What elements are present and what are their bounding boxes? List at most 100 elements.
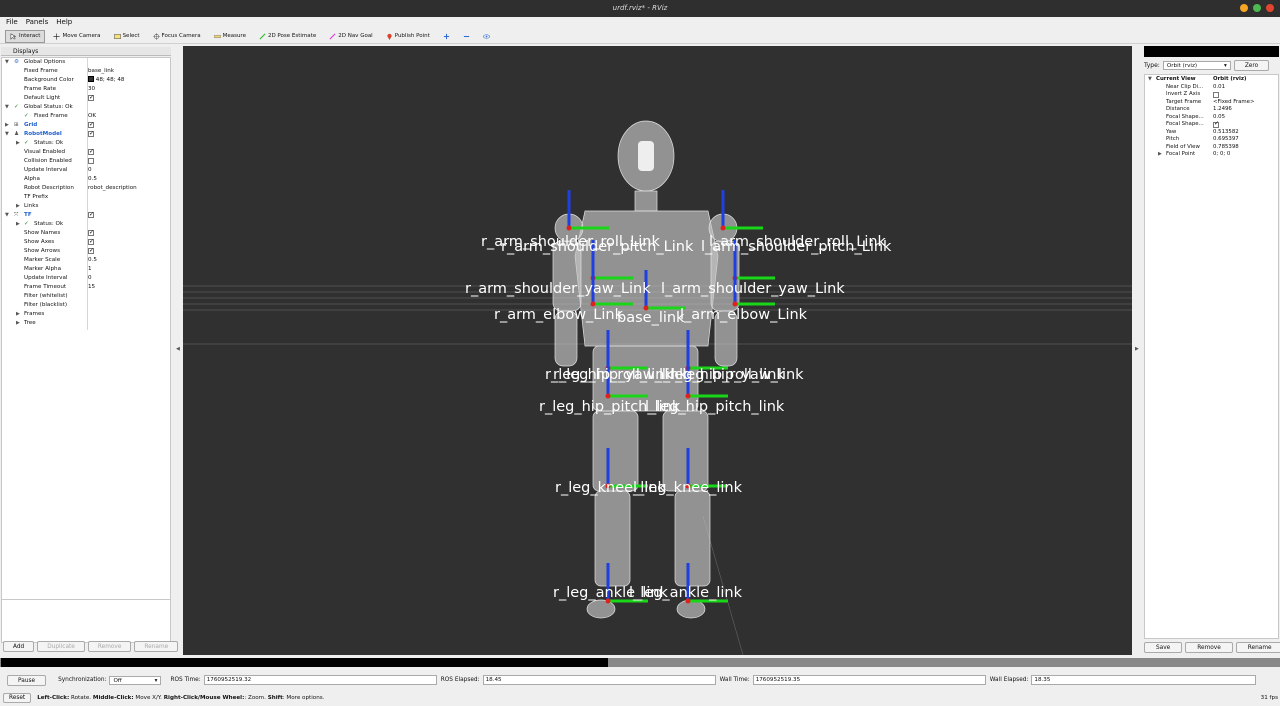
save-view-button[interactable]: Save xyxy=(1144,642,1183,653)
view-row-distance[interactable]: Distance 1.2496 xyxy=(1145,106,1280,114)
remove-display-button[interactable]: Remove xyxy=(87,641,132,652)
tree-row-alpha[interactable]: Alpha 0.5 xyxy=(2,175,172,184)
tree-row-fixed-frame[interactable]: Fixed Frame base_link xyxy=(2,67,172,76)
view-row-focal-shape-size[interactable]: Focal Shape... 0.05 xyxy=(1145,114,1280,122)
collision-enabled-checkbox[interactable] xyxy=(88,158,94,164)
focal-shape-checkbox[interactable] xyxy=(1213,120,1219,128)
displays-buttons: Add Duplicate Remove Rename xyxy=(1,641,179,653)
tree-row-default-light[interactable]: Default Light xyxy=(2,93,172,103)
ros-elapsed-field[interactable]: 18.45 xyxy=(482,675,716,685)
move-camera-label: Move Camera xyxy=(62,33,101,39)
tree-row-grid[interactable]: ▶ ⊞ Grid xyxy=(2,120,172,130)
minimize-button[interactable] xyxy=(1240,4,1248,12)
reset-button[interactable]: Reset xyxy=(3,693,32,703)
view-row-invert-z[interactable]: Invert Z Axis xyxy=(1145,91,1280,99)
tree-row-tree[interactable]: ▶ Tree xyxy=(2,319,172,328)
select-tool[interactable]: Select xyxy=(109,30,145,43)
tf-origin-10 xyxy=(685,393,691,399)
tree-row-frame-rate[interactable]: Frame Rate 30 xyxy=(2,85,172,94)
view-row-pitch[interactable]: Pitch 0.695397 xyxy=(1145,136,1280,144)
view-properties-tree[interactable]: ▼ Current View Orbit (rviz) Near Clip Di..… xyxy=(1144,74,1279,639)
collapse-right-icon[interactable]: ▶ xyxy=(1135,346,1139,352)
3d-viewport[interactable]: r_arm_shoulder_roll_Link l_arm_shoulder_r… xyxy=(183,46,1132,655)
view-row-near-clip[interactable]: Near Clip Di... 0.01 xyxy=(1145,84,1280,92)
pause-button[interactable]: Pause xyxy=(7,674,47,686)
sync-select[interactable]: Off ▾ xyxy=(109,675,162,685)
wall-elapsed-field[interactable]: 18.35 xyxy=(1031,675,1257,685)
menu-file[interactable]: File xyxy=(6,17,18,27)
invert-z-checkbox[interactable] xyxy=(1213,92,1219,98)
tf-label-l_leg_ankle_link: l_leg_ankle_link xyxy=(629,585,743,601)
menu-panels[interactable]: Panels xyxy=(26,17,49,27)
zero-button[interactable]: Zero xyxy=(1233,59,1270,71)
remove-view-button[interactable]: Remove xyxy=(1185,642,1233,653)
color-swatch[interactable] xyxy=(88,76,94,82)
show-names-checkbox[interactable] xyxy=(88,228,94,237)
show-axes-checkbox[interactable] xyxy=(88,237,94,246)
tree-row-fixed-frame-status[interactable]: ✓ Fixed Frame OK xyxy=(2,112,172,121)
move-camera-tool[interactable]: Move Camera xyxy=(48,30,105,43)
rename-view-button[interactable]: Rename xyxy=(1235,642,1280,653)
default-light-checkbox[interactable] xyxy=(88,93,94,102)
tree-row-marker-alpha[interactable]: Marker Alpha 1 xyxy=(2,265,172,274)
tree-row-background-color[interactable]: Background Color 48; 48; 48 xyxy=(2,76,172,85)
collapse-left-icon[interactable]: ◀ xyxy=(176,346,180,352)
tree-row-frame-timeout[interactable]: Frame Timeout 15 xyxy=(2,283,172,292)
ros-time-field[interactable]: 1760952519.32 xyxy=(203,675,437,685)
displays-tree[interactable]: ▼ ⚙ Global Options Fixed Frame base_link Ba… xyxy=(1,57,171,642)
tool-properties-button[interactable] xyxy=(478,30,495,43)
view-row-fov[interactable]: Field of View 0.785398 xyxy=(1145,144,1280,152)
add-tool-button[interactable] xyxy=(438,30,455,43)
interact-tool[interactable]: Interact xyxy=(5,29,46,43)
tree-row-global-options[interactable]: ▼ ⚙ Global Options xyxy=(2,58,172,67)
focus-camera-tool[interactable]: Focus Camera xyxy=(148,30,206,43)
menu-help[interactable]: Help xyxy=(56,17,72,27)
maximize-button[interactable] xyxy=(1253,4,1261,12)
tree-row-robot-model[interactable]: ▼ ♟ RobotModel xyxy=(2,129,172,139)
grid-checkbox[interactable] xyxy=(88,120,94,129)
tree-row-tf[interactable]: ▼ ⤧ TF xyxy=(2,210,172,220)
chevron-down-icon: ▾ xyxy=(1224,62,1227,69)
wall-time-field[interactable]: 1760952519.35 xyxy=(752,675,986,685)
add-display-button[interactable]: Add xyxy=(3,641,35,652)
robot-face xyxy=(638,141,654,171)
tree-row-marker-scale[interactable]: Marker Scale 0.5 xyxy=(2,256,172,265)
pose-estimate-tool[interactable]: 2D Pose Estimate xyxy=(254,30,321,43)
pose-estimate-label: 2D Pose Estimate xyxy=(267,33,317,39)
view-row-target-frame[interactable]: Target Frame <Fixed Frame> xyxy=(1145,99,1280,107)
remove-tool-button[interactable] xyxy=(458,30,475,43)
robot-model-checkbox[interactable] xyxy=(88,129,94,138)
view-row-yaw[interactable]: Yaw 0.513582 xyxy=(1145,129,1280,137)
close-button[interactable] xyxy=(1266,4,1274,12)
view-type-label: Type: xyxy=(1144,61,1160,69)
tree-row-filter-blacklist[interactable]: Filter (blacklist) xyxy=(2,301,172,310)
tf-checkbox[interactable] xyxy=(88,210,94,219)
tree-row-links[interactable]: ▶ Links xyxy=(2,202,172,211)
tree-row-robot-description[interactable]: Robot Description robot_description xyxy=(2,184,172,193)
view-row-focal-point[interactable]: ▶ Focal Point 0; 0; 0 xyxy=(1145,151,1280,159)
tree-row-visual-enabled[interactable]: Visual Enabled xyxy=(2,147,172,157)
tree-row-tf-update-interval[interactable]: Update Interval 0 xyxy=(2,274,172,283)
tree-row-collision-enabled[interactable]: Collision Enabled xyxy=(2,157,172,166)
tree-row-tf-status[interactable]: ▶ ✓ Status: Ok xyxy=(2,220,172,229)
measure-tool[interactable]: Measure xyxy=(209,30,251,43)
tree-row-frames[interactable]: ▶ Frames xyxy=(2,310,172,319)
tree-row-show-axes[interactable]: Show Axes xyxy=(2,237,172,247)
visual-enabled-checkbox[interactable] xyxy=(88,147,94,156)
tree-row-robot-status[interactable]: ▶ ✓ Status: Ok xyxy=(2,139,172,148)
tree-row-tf-prefix[interactable]: TF Prefix xyxy=(2,193,172,202)
tree-row-show-arrows[interactable]: Show Arrows xyxy=(2,246,172,256)
view-row-current[interactable]: ▼ Current View Orbit (rviz) xyxy=(1145,76,1280,84)
rename-display-button[interactable]: Rename xyxy=(134,641,179,652)
tree-row-show-names[interactable]: Show Names xyxy=(2,228,172,238)
nav-goal-tool[interactable]: 2D Nav Goal xyxy=(324,30,378,43)
duplicate-display-button[interactable]: Duplicate xyxy=(37,641,85,652)
view-row-focal-shape-fixed[interactable]: Focal Shape... xyxy=(1145,120,1280,129)
tree-row-update-interval[interactable]: Update Interval 0 xyxy=(2,166,172,175)
tree-row-filter-whitelist[interactable]: Filter (whitelist) xyxy=(2,292,172,301)
show-arrows-checkbox[interactable] xyxy=(88,246,94,255)
publish-point-tool[interactable]: Publish Point xyxy=(381,30,435,43)
tree-row-global-status[interactable]: ▼ ✓ Global Status: Ok xyxy=(2,103,172,112)
view-type-select[interactable]: Orbit (rviz) ▾ xyxy=(1162,60,1231,70)
displays-header: Displays xyxy=(1,47,171,56)
